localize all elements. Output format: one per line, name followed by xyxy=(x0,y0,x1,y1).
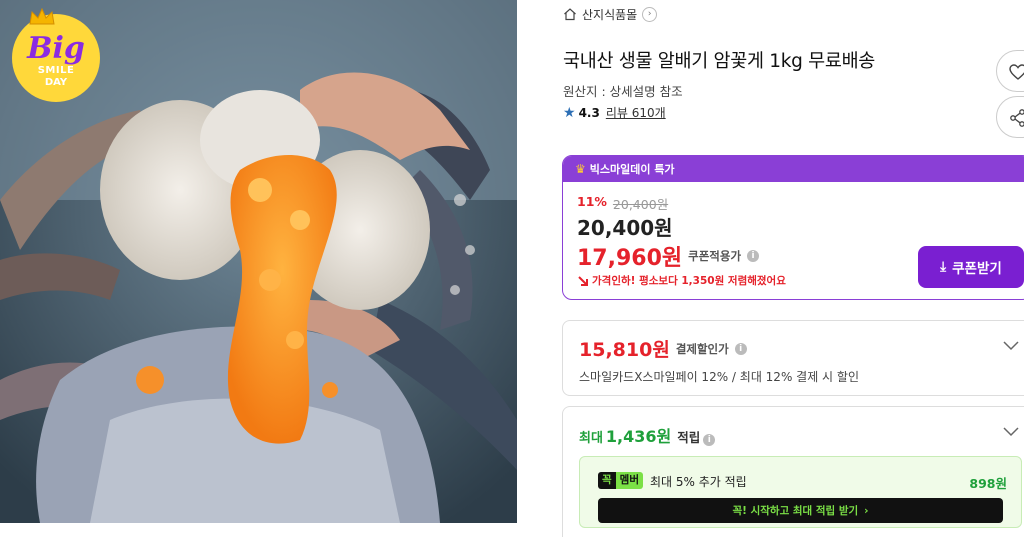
home-icon xyxy=(564,8,576,21)
info-icon[interactable]: i xyxy=(734,342,747,355)
payment-price: 15,810원 xyxy=(579,339,670,361)
start-button-label: 꼭! 시작하고 최대 적립 받기 xyxy=(732,505,859,517)
coupon-download-button[interactable]: ⤓ 쿠폰받기 xyxy=(918,246,1024,288)
max-points-row: 최대 1,436원 적립 i xyxy=(579,423,716,447)
heart-icon xyxy=(1009,64,1024,80)
start-membership-button[interactable]: 꼭! 시작하고 최대 적립 받기 › xyxy=(598,498,1003,523)
breadcrumb-category[interactable]: 산지식품몰 xyxy=(582,6,637,23)
info-icon[interactable]: i xyxy=(747,250,760,262)
payment-price-row: 15,810원 결제할인가 i xyxy=(579,335,747,362)
share-icon xyxy=(1010,109,1024,127)
special-deal-box: ♛ 빅스마일데이 특가 11% 20,400원 20,400원 17,960원 … xyxy=(562,155,1024,300)
payment-discount-desc: 스마일카드X스마일페이 12% / 최대 12% 결제 시 할인 xyxy=(579,370,859,384)
payment-discount-card[interactable]: 15,810원 결제할인가 i 스마일카드X스마일페이 12% / 최대 12%… xyxy=(562,320,1024,396)
coupon-price: 17,960원 xyxy=(577,246,683,271)
product-image[interactable]: Big SMILE DAY xyxy=(0,0,517,523)
price-drop-alert: 가격인하! 평소보다 1,350원 저렴해졌어요 xyxy=(577,273,786,288)
badge-smile-text: SMILE xyxy=(37,65,75,76)
max-points-value: 1,436원 xyxy=(605,427,672,446)
payment-price-label: 결제할인가 xyxy=(675,341,729,356)
deal-header: ♛ 빅스마일데이 특가 xyxy=(563,156,1024,182)
chevron-right-icon[interactable]: › xyxy=(642,6,658,22)
discount-row: 11% 20,400원 xyxy=(577,194,668,213)
crown-icon xyxy=(29,8,55,25)
big-smile-day-badge: Big SMILE DAY xyxy=(12,8,100,102)
badge-day-text: DAY xyxy=(44,77,68,88)
kkok-member-badge: 꼭 멤버 xyxy=(598,472,643,489)
info-icon[interactable]: i xyxy=(703,434,716,446)
sale-price: 20,400원 xyxy=(577,216,673,240)
coupon-price-row: 17,960원 쿠폰적용가 i xyxy=(577,240,760,272)
discount-percent: 11% xyxy=(577,194,607,209)
kkok-badge-right: 멤버 xyxy=(615,472,643,489)
max-points-prefix: 최대 xyxy=(579,431,603,446)
breadcrumb[interactable]: 산지식품몰 › xyxy=(563,5,658,23)
coupon-price-label: 쿠폰적용가 xyxy=(688,249,742,263)
product-rating[interactable]: ★ 4.3 리뷰 610개 xyxy=(563,104,666,121)
membership-points-box: 꼭 멤버 최대 5% 추가 적립 898원 꼭! 시작하고 최대 적립 받기 › xyxy=(579,456,1022,528)
original-price: 20,400원 xyxy=(612,197,669,212)
download-icon: ⤓ xyxy=(940,259,947,275)
deal-header-label: 빅스마일데이 특가 xyxy=(589,163,675,176)
kkok-badge-left: 꼭 xyxy=(598,472,616,489)
price-drop-text: 가격인하! 평소보다 1,350원 저렴해졌어요 xyxy=(592,275,786,287)
extra-points-label: 최대 5% 추가 적립 xyxy=(650,475,747,489)
coupon-button-label: 쿠폰받기 xyxy=(952,261,1002,277)
product-origin: 원산지 : 상세설명 참조 xyxy=(563,84,683,99)
max-points-suffix: 적립 xyxy=(677,430,701,445)
wishlist-button[interactable] xyxy=(996,50,1024,92)
share-button[interactable] xyxy=(996,96,1024,138)
product-title: 국내산 생물 알배기 암꽃게 1kg 무료배송 xyxy=(563,51,876,72)
price-down-arrow-icon xyxy=(578,275,588,286)
badge-big-text: Big xyxy=(27,31,85,66)
crown-icon: ♛ xyxy=(575,162,586,176)
points-card[interactable]: 최대 1,436원 적립 i 꼭 멤버 최대 5% 추가 적립 898원 꼭! … xyxy=(562,406,1024,537)
rating-score: 4.3 xyxy=(578,105,600,120)
star-icon: ★ xyxy=(563,104,576,121)
chevron-down-icon[interactable] xyxy=(1003,427,1019,437)
chevron-right-icon: › xyxy=(864,504,869,517)
extra-points-value: 898원 xyxy=(969,476,1007,491)
review-count-link[interactable]: 리뷰 610개 xyxy=(606,104,666,121)
chevron-down-icon[interactable] xyxy=(1003,341,1019,351)
